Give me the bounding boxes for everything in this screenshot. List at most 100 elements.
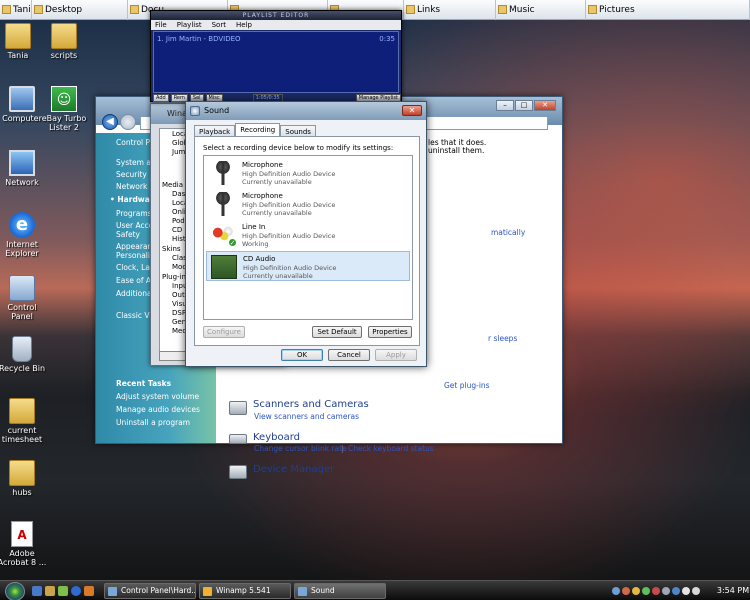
control-panel-home-link[interactable]: Control Pa [116,138,154,147]
get-plug-ins-link[interactable]: Get plug-ins [444,381,490,390]
category-scanners-title[interactable]: Scanners and Cameras [253,399,369,410]
add-button[interactable]: Add [153,94,169,102]
keyboard-icon [229,434,247,444]
tray-icon[interactable] [622,587,630,595]
computer-icon [9,86,35,112]
ok-button[interactable]: OK [281,349,323,361]
links-bar-item[interactable]: Pictures [586,0,750,20]
winamp-tree-item[interactable]: Skins [162,245,181,253]
speaker-icon [190,106,200,116]
playlist-editor-titlebar: PLAYLIST EDITOR [151,11,401,20]
links-bar-item[interactable]: Desktop [32,0,128,20]
taskbar-item-sound[interactable]: Sound [294,583,386,599]
network-tray-icon[interactable] [682,587,690,595]
links-bar-item[interactable]: Music [496,0,586,20]
folder-icon [5,23,31,49]
tray-icon[interactable] [662,587,670,595]
winamp-text-fragment: uninstall them. [428,146,485,155]
tray-icon[interactable] [632,587,640,595]
winamp-icon [203,587,212,596]
taskbar-item-control-panel[interactable]: Control Panel\Hard... [104,583,196,599]
sidebar-item-clock[interactable]: Clock, Lan [116,263,155,272]
quick-launch-icon[interactable] [58,586,68,596]
back-button[interactable]: ◀ [102,114,118,130]
apply-button[interactable]: Apply [375,349,417,361]
winamp-tree-item[interactable]: Pod [172,217,185,225]
volume-tray-icon[interactable] [692,587,700,595]
sound-dialog: Sound ✕ Playback Recording Sounds Select… [185,101,427,367]
close-button[interactable]: ✕ [402,105,422,116]
quick-launch-icon[interactable] [32,586,42,596]
links-bar-item[interactable]: Tania [0,0,32,20]
tray-icon[interactable] [612,587,620,595]
configure-button[interactable]: Configure [203,326,245,338]
recent-task-uninstall[interactable]: Uninstall a program [116,418,190,427]
folder-icon [498,5,507,14]
cursor-blink-link[interactable]: Change cursor blink rate [254,444,347,453]
menu-playlist[interactable]: Playlist [177,20,202,30]
desktop-icon-control-panel[interactable]: Control Panel [0,275,51,321]
quick-launch-icon[interactable] [45,586,55,596]
maximize-button[interactable]: □ [515,100,533,111]
desktop-icon-hubs[interactable]: hubs [0,460,51,497]
recent-task-adjust-volume[interactable]: Adjust system volume [116,392,199,401]
device-row-line-in[interactable]: ✓ Line In High Definition Audio Device W… [206,220,410,250]
folder-icon [9,460,35,486]
category-device-manager-title[interactable]: Device Manager [253,464,334,475]
playlist-entry[interactable]: 1. Jim Martin - BDVIDEO 0:35 [157,35,395,43]
menu-file[interactable]: File [155,20,167,30]
playlist-editor-window: PLAYLIST EDITOR File Playlist Sort Help … [150,10,402,102]
cd-audio-icon [211,255,237,279]
sidebar-item-security[interactable]: Security [116,170,147,179]
folder-icon [130,5,139,14]
quick-launch-icon[interactable] [84,586,94,596]
desktop-icon-network[interactable]: Network [0,150,51,187]
links-bar-item[interactable]: Links [404,0,496,20]
device-row-microphone-2[interactable]: Microphone High Definition Audio Device … [206,189,410,219]
taskbar-item-winamp[interactable]: Winamp 5.541 [199,583,291,599]
autoplay-link-fragment[interactable]: matically [491,228,525,237]
sidebar-item-safety[interactable]: Safety [116,230,140,239]
system-tray [612,583,712,599]
device-row-cd-audio[interactable]: CD Audio High Definition Audio Device Cu… [206,251,410,281]
power-link-fragment[interactable]: r sleeps [488,334,517,343]
playlist-area[interactable]: 1. Jim Martin - BDVIDEO 0:35 [153,31,399,93]
forward-button[interactable] [120,114,136,130]
view-scanners-link[interactable]: View scanners and cameras [254,412,359,421]
microphone-icon [210,161,236,185]
cancel-button[interactable]: Cancel [328,349,370,361]
properties-button[interactable]: Properties [368,326,412,338]
winamp-tree-item[interactable]: Onli [172,208,186,216]
minimize-button[interactable]: – [496,100,514,111]
window-buttons: – □ ✕ [496,100,556,111]
winamp-tree-item[interactable]: DSP [172,309,186,317]
desktop-icon-ebay-turbo-lister[interactable]: ☺ eBay Turbo Lister 2 [35,86,93,132]
start-button[interactable] [5,582,25,600]
sound-titlebar: Sound ✕ [186,102,426,120]
menu-sort[interactable]: Sort [212,20,226,30]
category-keyboard-title[interactable]: Keyboard [253,432,300,443]
desktop-icon-current-timesheet[interactable]: current timesheet [0,398,51,444]
ebay-turbo-lister-icon: ☺ [51,86,77,112]
desktop-icon-scripts[interactable]: scripts [35,23,93,60]
sidebar-item-programs[interactable]: Programs [116,209,152,218]
tray-icon[interactable] [652,587,660,595]
sidebar-item-additional[interactable]: Additional [116,289,154,298]
tray-icon[interactable] [672,587,680,595]
desktop-icon-adobe-acrobat[interactable]: A Adobe Acrobat 8 ... [0,521,51,567]
desktop-icon-internet-explorer[interactable]: e Internet Explorer [0,212,51,258]
internet-explorer-icon: e [9,212,35,238]
recent-tasks-header: Recent Tasks [116,379,172,388]
close-button[interactable]: ✕ [534,100,556,111]
control-panel-icon [9,275,35,301]
sidebar-item-personalization[interactable]: Personaliz [116,251,154,260]
desktop-icon-recycle-bin[interactable]: Recycle Bin [0,336,51,373]
keyboard-status-link[interactable]: Check keyboard status [348,444,434,453]
menu-help[interactable]: Help [236,20,252,30]
recent-task-manage-audio[interactable]: Manage audio devices [116,405,200,414]
tray-icon[interactable] [642,587,650,595]
taskbar-clock[interactable]: 3:54 PM [716,581,750,600]
set-default-button[interactable]: Set Default [312,326,362,338]
internet-explorer-icon[interactable] [71,586,81,596]
device-row-microphone-1[interactable]: Microphone High Definition Audio Device … [206,158,410,188]
